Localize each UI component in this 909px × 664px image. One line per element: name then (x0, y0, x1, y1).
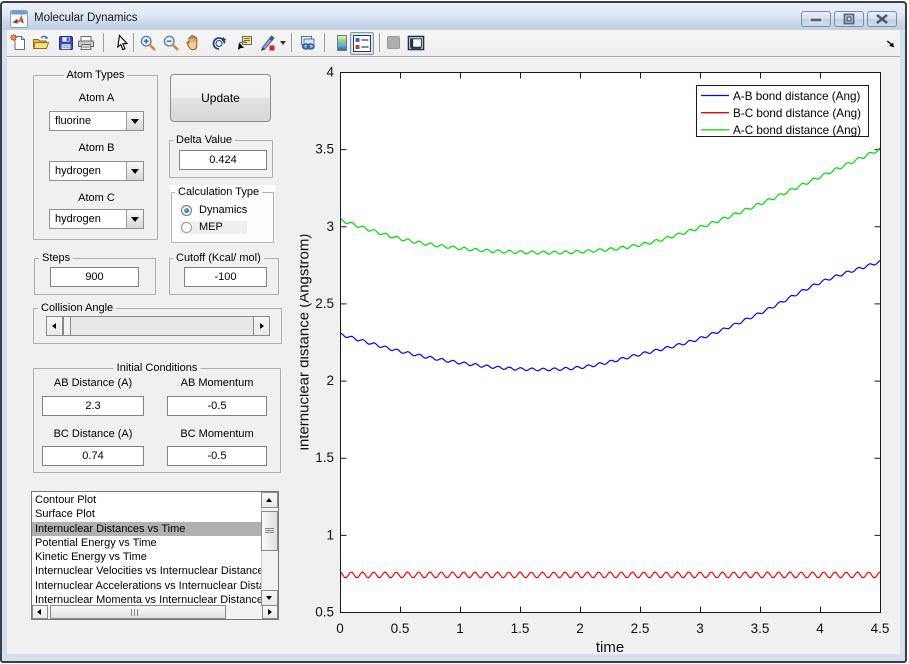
svg-text:3.5: 3.5 (315, 142, 334, 157)
svg-text:A-B bond distance (Ang): A-B bond distance (Ang) (733, 90, 860, 103)
svg-text:0.5: 0.5 (315, 605, 334, 620)
svg-text:4: 4 (816, 621, 824, 636)
svg-text:1.5: 1.5 (511, 621, 530, 636)
svg-text:1: 1 (456, 621, 464, 636)
svg-text:1.5: 1.5 (315, 450, 334, 465)
svg-text:3: 3 (326, 219, 334, 234)
svg-text:time: time (596, 639, 624, 656)
svg-text:4: 4 (326, 65, 334, 80)
svg-text:0.5: 0.5 (391, 621, 410, 636)
svg-text:2.5: 2.5 (631, 621, 650, 636)
svg-text:0: 0 (336, 621, 344, 636)
svg-text:internuclear distance (Angstro: internuclear distance (Angstrom) (300, 234, 313, 451)
svg-text:4.5: 4.5 (871, 621, 890, 636)
svg-text:1: 1 (326, 527, 334, 542)
svg-text:3: 3 (696, 621, 704, 636)
svg-text:B-C bond distance (Ang): B-C bond distance (Ang) (733, 107, 861, 120)
svg-text:2: 2 (576, 621, 584, 636)
svg-text:2.5: 2.5 (315, 296, 334, 311)
svg-text:2: 2 (326, 373, 334, 388)
svg-text:A-C bond distance (Ang): A-C bond distance (Ang) (733, 124, 861, 137)
svg-text:3.5: 3.5 (751, 621, 770, 636)
